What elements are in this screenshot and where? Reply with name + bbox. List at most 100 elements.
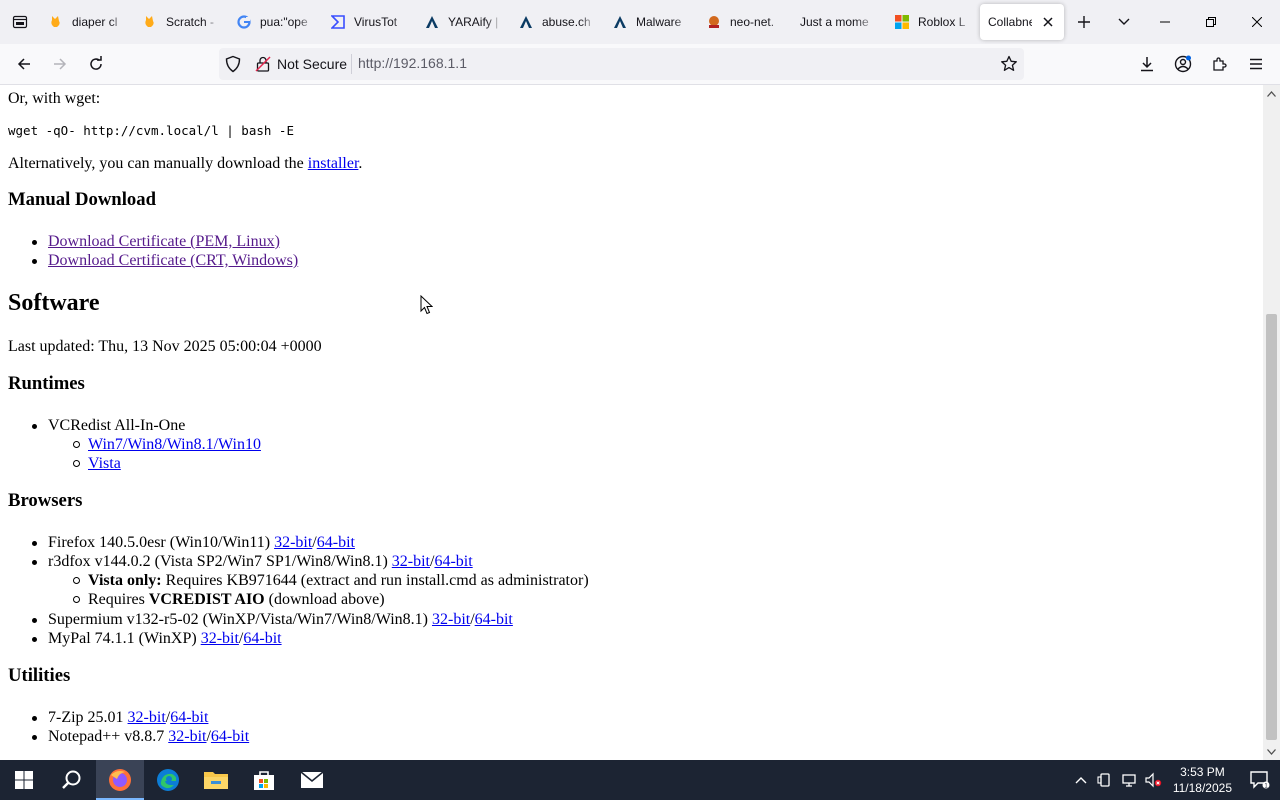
tab-scratch[interactable]: Scratch - (134, 4, 228, 40)
folder-icon (204, 772, 228, 789)
last-updated-text: Last updated: Thu, 13 Nov 2025 05:00:04 … (8, 338, 322, 355)
mypal-32bit-link[interactable]: 32-bit (201, 630, 239, 647)
taskbar-mail-button[interactable] (288, 760, 336, 800)
account-button[interactable] (1167, 48, 1199, 80)
bookmark-star-icon[interactable] (1000, 55, 1018, 73)
download-crt-certificate-link[interactable]: Download Certificate (CRT, Windows) (48, 252, 298, 269)
list-item: Download Certificate (CRT, Windows) (31, 251, 298, 270)
tray-device-icon[interactable] (1093, 760, 1117, 800)
vertical-scrollbar[interactable] (1263, 85, 1280, 760)
tab-abuse[interactable]: abuse.ch (510, 4, 604, 40)
firefox-view-button[interactable] (0, 0, 40, 44)
malware-icon (612, 14, 628, 30)
address-bar[interactable]: Not Secure http://192.168.1.1 (219, 48, 1024, 80)
tab-virustotal[interactable]: VirusTot (322, 4, 416, 40)
forward-button[interactable] (44, 48, 76, 80)
network-icon[interactable] (1117, 760, 1141, 800)
tab-strip: diaper cl Scratch - pua:"ope VirusTot YA… (0, 0, 1280, 44)
wget-intro-text: Or, with wget: (8, 90, 101, 107)
taskbar-file-explorer-button[interactable] (192, 760, 240, 800)
download-pem-certificate-link[interactable]: Download Certificate (PEM, Linux) (48, 233, 280, 250)
taskbar-clock[interactable]: 3:53 PM 11/18/2025 (1165, 764, 1240, 796)
url-text[interactable]: http://192.168.1.1 (358, 55, 467, 71)
tab-collabnet-active[interactable]: Collabnet (980, 4, 1064, 40)
edge-icon (157, 769, 179, 791)
hamburger-menu-icon (1250, 58, 1262, 70)
taskbar-firefox-button[interactable] (96, 760, 144, 800)
alternative-download-paragraph: Alternatively, you can manually download… (8, 154, 362, 173)
r3dfox-32bit-link[interactable]: 32-bit (392, 553, 430, 570)
google-icon (236, 14, 252, 30)
requires-text: Requires (88, 591, 149, 608)
firefox-32bit-link[interactable]: 32-bit (274, 534, 312, 551)
mypal-64bit-link[interactable]: 64-bit (243, 630, 281, 647)
wget-command: wget -qO- http://cvm.local/l | bash -E (8, 123, 294, 138)
taskbar-edge-button[interactable] (144, 760, 192, 800)
volume-muted-icon[interactable] (1141, 760, 1165, 800)
tab-google[interactable]: pua:"ope (228, 4, 322, 40)
vcredist-win-link[interactable]: Win7/Win8/Win8.1/Win10 (88, 436, 261, 453)
tab-malware[interactable]: Malware (604, 4, 698, 40)
alternative-text: Alternatively, you can manually download… (8, 155, 308, 172)
r3dfox-64bit-link[interactable]: 64-bit (434, 553, 472, 570)
restore-button[interactable] (1188, 0, 1234, 44)
installer-link[interactable]: installer (308, 155, 359, 172)
7zip-32bit-link[interactable]: 32-bit (128, 709, 166, 726)
restore-icon (1206, 17, 1216, 27)
list-item-notepad: Notepad++ v8.8.7 32-bit/64-bit (31, 727, 249, 746)
firefox-icon (109, 769, 131, 791)
site-security-indicator[interactable]: Not Secure (255, 55, 347, 73)
insecure-lock-icon (255, 56, 271, 72)
firefox-64bit-link[interactable]: 64-bit (317, 534, 355, 551)
vista-only-label: Vista only: (88, 572, 162, 589)
chevron-down-icon (1118, 18, 1130, 25)
taskbar-store-button[interactable] (240, 760, 288, 800)
windows-taskbar: 3:53 PM 11/18/2025 1 (0, 760, 1280, 800)
tab-neonet[interactable]: neo-net. (698, 4, 792, 40)
list-item-7zip: 7-Zip 25.01 32-bit/64-bit (31, 708, 208, 727)
mail-envelope-icon (300, 771, 324, 788)
scroll-down-arrow-icon[interactable] (1263, 743, 1280, 760)
tab-just-a-moment[interactable]: Just a mome (792, 4, 886, 40)
supermium-32bit-link[interactable]: 32-bit (432, 611, 470, 628)
downloads-button[interactable] (1131, 48, 1163, 80)
supermium-label: Supermium v132-r5-02 (WinXP/Vista/Win7/W… (48, 611, 432, 628)
sub-list-item: Win7/Win8/Win8.1/Win10 (73, 435, 261, 454)
tab-roblox[interactable]: Roblox L (886, 4, 980, 40)
firefox-view-icon (12, 15, 28, 29)
vcredist-vista-link[interactable]: Vista (88, 455, 121, 472)
sub-list-item: Vista (73, 454, 121, 473)
start-button[interactable] (0, 760, 48, 800)
tab-yaraify[interactable]: YARAify | (416, 4, 510, 40)
minimize-button[interactable] (1142, 0, 1188, 44)
7zip-64bit-link[interactable]: 64-bit (170, 709, 208, 726)
list-all-tabs-button[interactable] (1104, 0, 1144, 44)
scrollbar-thumb[interactable] (1266, 314, 1277, 740)
sub-list-item-vista-only: Vista only: Requires KB971644 (extract a… (73, 571, 589, 590)
notification-icon: 1 (1250, 771, 1270, 789)
scroll-up-arrow-icon[interactable] (1263, 85, 1280, 102)
back-button[interactable] (8, 48, 40, 80)
new-tab-button[interactable] (1064, 0, 1104, 44)
vista-only-text: Requires KB971644 (extract and run insta… (161, 572, 589, 589)
search-button[interactable] (48, 760, 96, 800)
sub-list-item-requires: Requires VCREDIST AIO (download above) (73, 590, 385, 609)
extensions-button[interactable] (1203, 48, 1235, 80)
supermium-64bit-link[interactable]: 64-bit (475, 611, 513, 628)
search-icon (62, 770, 81, 789)
requires-rest-text: (download above) (264, 591, 385, 608)
close-window-button[interactable] (1234, 0, 1280, 44)
virustotal-icon (330, 14, 346, 30)
action-center-button[interactable]: 1 (1240, 760, 1280, 800)
forward-arrow-icon (54, 58, 67, 70)
tracking-protection-shield-icon[interactable] (224, 55, 242, 73)
app-menu-button[interactable] (1240, 48, 1272, 80)
close-tab-icon[interactable] (1040, 14, 1056, 30)
notepad-32bit-link[interactable]: 32-bit (168, 728, 206, 745)
show-hidden-icons-button[interactable] (1069, 760, 1093, 800)
notepad-64bit-link[interactable]: 64-bit (211, 728, 249, 745)
reload-button[interactable] (80, 48, 112, 80)
utilities-heading: Utilities (8, 665, 71, 686)
tab-diaper[interactable]: diaper cl (40, 4, 134, 40)
microsoft-icon (894, 14, 910, 30)
